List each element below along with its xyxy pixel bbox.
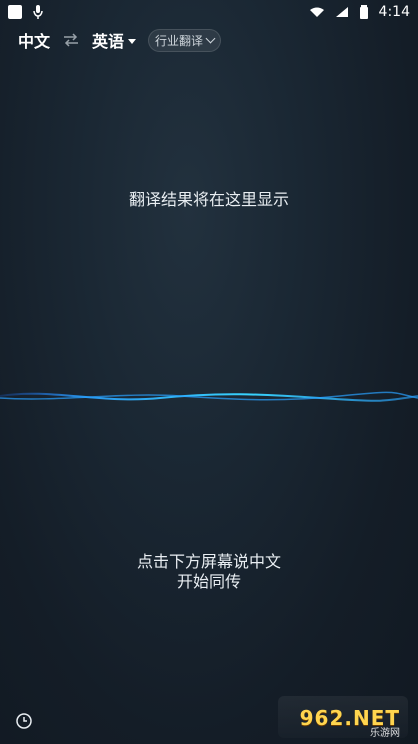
speak-prompt: 点击下方屏幕说中文 开始同传: [0, 552, 418, 592]
prompt-line-1: 点击下方屏幕说中文: [136, 552, 281, 571]
status-left: [8, 4, 44, 20]
industry-translation-button[interactable]: 行业翻译: [148, 28, 222, 52]
watermark: 962.NET 乐游网: [278, 696, 408, 739]
chevron-down-icon: [128, 38, 137, 44]
app-icon: [8, 5, 22, 19]
source-language[interactable]: 中文: [18, 28, 50, 52]
watermark-brand: 962.NET: [299, 706, 400, 730]
mic-icon: [33, 5, 43, 19]
language-bar: 中文 英语 行业翻译: [0, 24, 418, 56]
wifi-icon: [309, 7, 324, 17]
history-button[interactable]: [14, 711, 34, 731]
voice-waveform: [0, 391, 418, 402]
target-language: 英语: [92, 32, 125, 51]
industry-translation-label: 行业翻译: [155, 33, 204, 48]
translation-placeholder: 翻译结果将在这里显示: [128, 190, 289, 209]
target-language-select[interactable]: 英语: [92, 28, 137, 52]
prompt-line-2: 开始同传: [176, 572, 241, 591]
battery-icon: [359, 5, 368, 19]
chevron-down-icon: [205, 33, 216, 44]
watermark-sub: 乐游网: [370, 728, 400, 739]
status-bar: 4:14: [0, 0, 418, 24]
watermark-background: [278, 696, 408, 738]
swap-icon[interactable]: [62, 33, 80, 47]
history-icon: [16, 713, 32, 729]
cell-signal-icon: [335, 7, 348, 17]
status-time: 4:14: [378, 4, 410, 20]
status-right: 4:14: [309, 4, 410, 20]
